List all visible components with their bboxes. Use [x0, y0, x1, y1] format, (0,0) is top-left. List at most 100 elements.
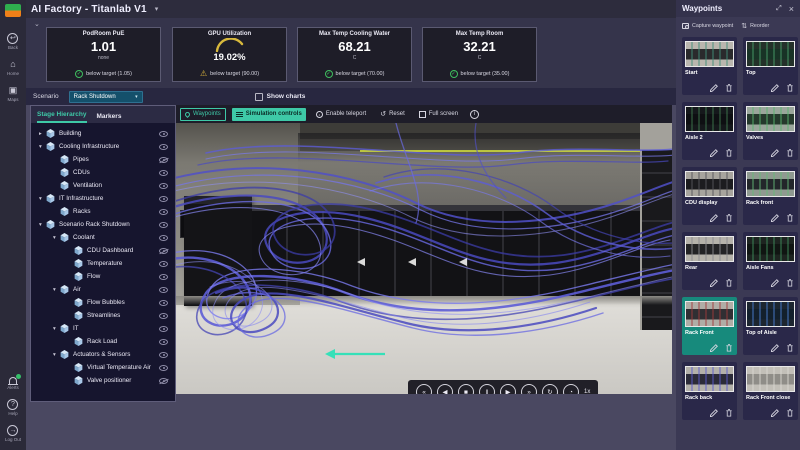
edit-waypoint-icon[interactable]: [771, 344, 779, 352]
tree-caret-icon[interactable]: ▾: [53, 352, 60, 358]
capture-waypoint-button[interactable]: Capture waypoint: [682, 23, 733, 29]
tab-stage-hierarchy[interactable]: Stage Hierarchy: [37, 111, 87, 123]
edit-waypoint-icon[interactable]: [771, 279, 779, 287]
edit-waypoint-icon[interactable]: [710, 84, 718, 92]
visibility-eye-icon[interactable]: [159, 274, 168, 280]
visibility-eye-icon[interactable]: [159, 261, 168, 267]
kpi-collapse-icon[interactable]: ⌄: [34, 20, 40, 28]
tree-caret-icon[interactable]: ▾: [53, 326, 60, 332]
waypoints-button[interactable]: Waypoints: [180, 108, 226, 121]
waypoint-card[interactable]: Rack Front: [682, 297, 737, 355]
rail-nav-button[interactable]: ▣ Maps: [7, 85, 18, 102]
waypoint-card[interactable]: Top of Aisle: [743, 297, 798, 355]
delete-waypoint-icon[interactable]: [786, 279, 794, 287]
info-icon[interactable]: i: [470, 110, 479, 119]
reorder-button[interactable]: ⇅ Reorder: [741, 22, 769, 30]
tree-item[interactable]: ▸ Building: [31, 127, 175, 140]
waypoint-thumbnail[interactable]: [746, 301, 795, 327]
tree-item[interactable]: ▾ Air: [31, 283, 175, 296]
scenario-dropdown[interactable]: Rack Shutdown ▾: [69, 91, 143, 103]
tree-item[interactable]: Virtual Temperature Air: [31, 361, 175, 374]
edit-waypoint-icon[interactable]: [710, 149, 718, 157]
visibility-eye-icon[interactable]: [159, 235, 168, 241]
visibility-eye-icon[interactable]: [159, 131, 168, 137]
tree-item[interactable]: Pipes: [31, 153, 175, 166]
playback-button[interactable]: ‖: [479, 384, 495, 394]
edit-waypoint-icon[interactable]: [710, 279, 718, 287]
playback-button[interactable]: «: [416, 384, 432, 394]
rail-nav-button[interactable]: ⌂ Home: [7, 59, 19, 76]
delete-waypoint-icon[interactable]: [725, 214, 733, 222]
tree-item[interactable]: ▾ Coolant: [31, 231, 175, 244]
waypoint-thumbnail[interactable]: [746, 236, 795, 262]
visibility-eye-icon[interactable]: [159, 352, 168, 358]
title-caret-icon[interactable]: ▾: [155, 5, 159, 13]
waypoint-card[interactable]: Rear: [682, 232, 737, 290]
viewport[interactable]: Waypoints Simulation controls • Enable t…: [176, 105, 672, 394]
visibility-eye-icon[interactable]: [159, 378, 168, 384]
visibility-eye-icon[interactable]: [159, 222, 168, 228]
waypoint-thumbnail[interactable]: [746, 106, 795, 132]
waypoint-thumbnail[interactable]: [685, 106, 734, 132]
expand-panel-icon[interactable]: ⤢: [776, 5, 782, 13]
edit-waypoint-icon[interactable]: [771, 214, 779, 222]
delete-waypoint-icon[interactable]: [725, 409, 733, 417]
edit-waypoint-icon[interactable]: [771, 409, 779, 417]
simulation-controls-button[interactable]: Simulation controls: [232, 108, 306, 121]
visibility-eye-icon[interactable]: [159, 209, 168, 215]
visibility-eye-icon[interactable]: [159, 300, 168, 306]
visibility-eye-icon[interactable]: [159, 365, 168, 371]
reset-button[interactable]: ↺ Reset: [376, 108, 409, 121]
delete-waypoint-icon[interactable]: [725, 279, 733, 287]
rail-nav-button[interactable]: → Log Out: [5, 425, 21, 442]
waypoint-card[interactable]: Aisle Fans: [743, 232, 798, 290]
visibility-eye-icon[interactable]: [159, 287, 168, 293]
tree-item[interactable]: ▾ IT Infrastructure: [31, 192, 175, 205]
tree-item[interactable]: Valve positioner: [31, 374, 175, 387]
visibility-eye-icon[interactable]: [159, 183, 168, 189]
visibility-eye-icon[interactable]: [159, 326, 168, 332]
tree-caret-icon[interactable]: ▾: [53, 235, 60, 241]
rail-nav-button[interactable]: ↩ Back: [7, 33, 18, 50]
waypoint-thumbnail[interactable]: [746, 366, 795, 392]
edit-waypoint-icon[interactable]: [710, 409, 718, 417]
tree-item[interactable]: ▾ IT: [31, 322, 175, 335]
tree-item[interactable]: Flow: [31, 270, 175, 283]
tree-item[interactable]: Rack Load: [31, 335, 175, 348]
tree-item[interactable]: ▾ Actuators & Sensors: [31, 348, 175, 361]
tab-markers[interactable]: Markers: [97, 113, 122, 123]
playback-button[interactable]: »: [521, 384, 537, 394]
delete-waypoint-icon[interactable]: [786, 344, 794, 352]
delete-waypoint-icon[interactable]: [786, 409, 794, 417]
tree-caret-icon[interactable]: ▾: [53, 287, 60, 293]
tree-item[interactable]: Temperature: [31, 257, 175, 270]
edit-waypoint-icon[interactable]: [771, 84, 779, 92]
edit-waypoint-icon[interactable]: [710, 344, 718, 352]
waypoint-card[interactable]: Rack Front close: [743, 362, 798, 420]
edit-waypoint-icon[interactable]: [710, 214, 718, 222]
visibility-eye-icon[interactable]: [159, 144, 168, 150]
waypoint-thumbnail[interactable]: [685, 236, 734, 262]
delete-waypoint-icon[interactable]: [725, 149, 733, 157]
tree-item[interactable]: Racks: [31, 205, 175, 218]
tree-item[interactable]: CDU Dashboard: [31, 244, 175, 257]
visibility-eye-icon[interactable]: [159, 248, 168, 254]
waypoint-card[interactable]: Top: [743, 37, 798, 95]
visibility-eye-icon[interactable]: [159, 339, 168, 345]
visibility-eye-icon[interactable]: [159, 157, 168, 163]
delete-waypoint-icon[interactable]: [725, 344, 733, 352]
tree-caret-icon[interactable]: ▸: [39, 131, 46, 137]
rail-nav-button[interactable]: Alerts: [7, 375, 19, 390]
playback-button[interactable]: ▶: [500, 384, 516, 394]
delete-waypoint-icon[interactable]: [786, 149, 794, 157]
tree-caret-icon[interactable]: ▾: [39, 196, 46, 202]
close-panel-icon[interactable]: ×: [789, 4, 794, 14]
waypoint-card[interactable]: Start: [682, 37, 737, 95]
rail-nav-button[interactable]: ? Help: [7, 399, 18, 416]
waypoint-thumbnail[interactable]: [685, 301, 734, 327]
delete-waypoint-icon[interactable]: [786, 84, 794, 92]
waypoint-card[interactable]: Aisle 2: [682, 102, 737, 160]
edit-waypoint-icon[interactable]: [771, 149, 779, 157]
tree-item[interactable]: CDUs: [31, 166, 175, 179]
playback-button[interactable]: ↻: [542, 384, 558, 394]
